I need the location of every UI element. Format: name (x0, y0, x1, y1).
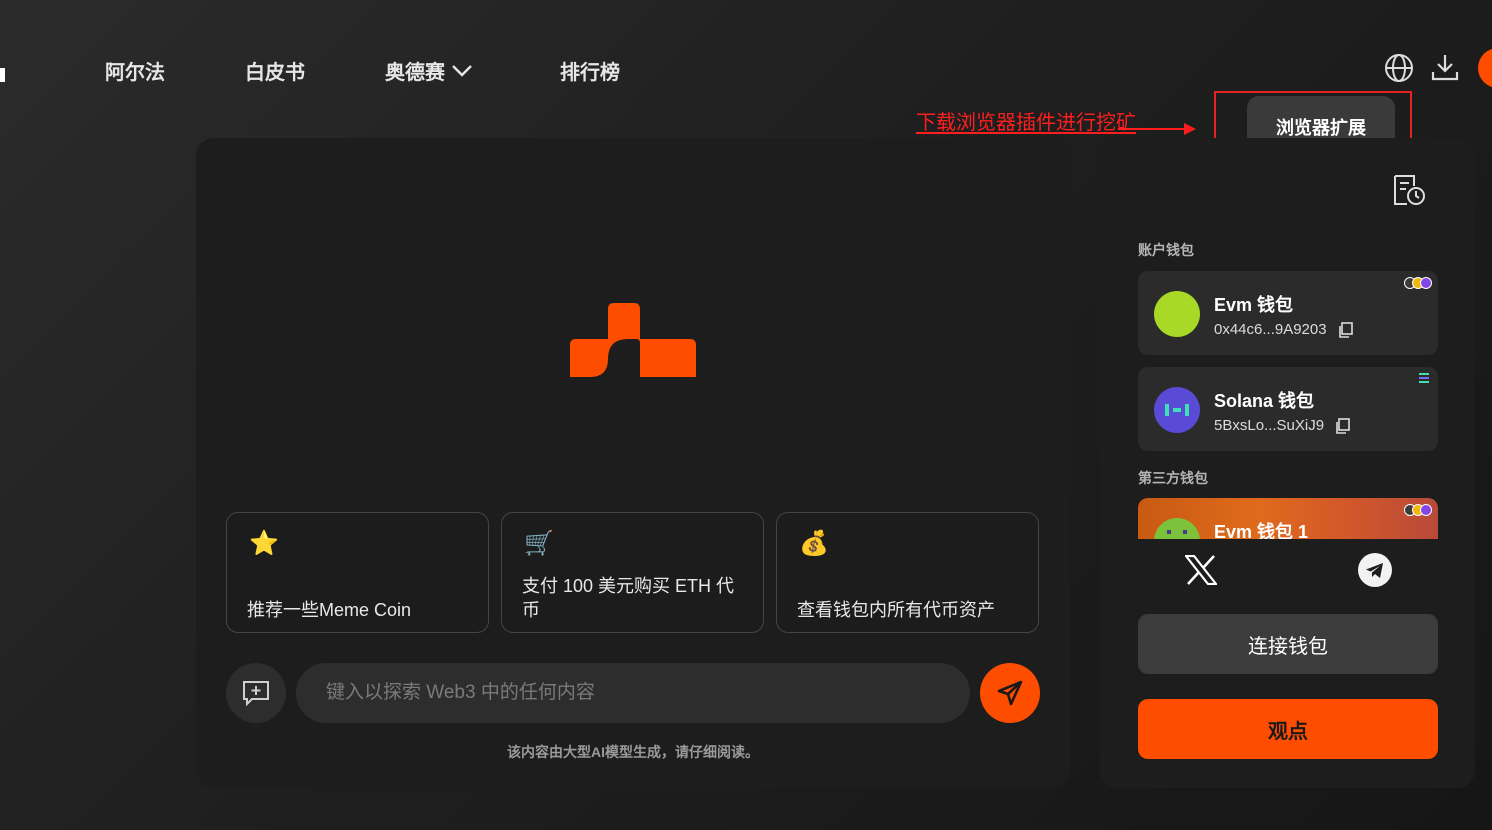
third-party-wallet-label: 第三方钱包 (1138, 470, 1208, 486)
browser-extension-label: 浏览器扩展 (1276, 118, 1366, 138)
send-button[interactable] (980, 663, 1040, 723)
chat-input[interactable] (296, 663, 970, 723)
globe-icon (1385, 54, 1413, 82)
suggestion-text: 查看钱包内所有代币资产 (797, 600, 995, 620)
annotation-arrow-icon (1118, 123, 1196, 135)
nav-item-label: 奥德赛 (385, 62, 445, 84)
wallet-name: Evm 钱包 (1214, 295, 1294, 315)
wallet-address-row: 5BxsLo...SuXiJ9 (1214, 417, 1350, 434)
account-wallet-label: 账户钱包 (1138, 242, 1194, 258)
nav-item-whitepaper[interactable]: 白皮书 (245, 56, 305, 85)
robot-face-icon (1167, 530, 1187, 534)
nav-item-label: 白皮书 (245, 62, 305, 84)
user-avatar[interactable] (1478, 48, 1492, 88)
wallet-panel (1100, 138, 1475, 788)
telegram-icon (1358, 553, 1392, 587)
chevron-down-icon (452, 64, 472, 77)
wallet-card-evm[interactable]: Evm 钱包 0x44c6...9A9203 (1138, 271, 1438, 355)
download-button[interactable] (1428, 50, 1462, 84)
telegram-login-button[interactable] (1358, 553, 1392, 587)
wallet-avatar (1154, 518, 1200, 539)
suggestion-card-meme[interactable]: ⭐ 推荐一些Meme Coin (226, 512, 489, 633)
shopping-cart-icon: 🛒 (524, 530, 554, 557)
connect-wallet-button[interactable]: 连接钱包 (1138, 614, 1438, 674)
wallet-avatar (1154, 387, 1200, 433)
connect-wallet-label: 连接钱包 (1248, 635, 1328, 658)
annotation-text: 下载浏览器插件进行挖矿 (916, 112, 1136, 134)
wallet-name: Evm 钱包 1 (1214, 522, 1309, 539)
download-icon (1431, 55, 1459, 81)
history-icon[interactable] (1392, 174, 1426, 206)
wallet-address: 0x44c6...9A9203 (1214, 321, 1327, 338)
chain-badges (1404, 277, 1432, 289)
nav-item-leaderboard[interactable]: 排行榜 (560, 56, 620, 85)
copy-icon[interactable] (1334, 417, 1350, 434)
money-bag-icon: 💰 (799, 530, 829, 557)
wallet-address: 5BxsLo...SuXiJ9 (1214, 417, 1325, 434)
suggestion-card-assets[interactable]: 💰 查看钱包内所有代币资产 (776, 512, 1039, 633)
copy-icon[interactable] (1337, 321, 1353, 338)
wallet-name: Solana 钱包 (1214, 391, 1315, 411)
ai-disclaimer: 该内容由大型AI模型生成，请仔细阅读。 (507, 744, 759, 760)
nav-item-odyssey[interactable]: 奥德赛 (385, 56, 473, 85)
chain-badges (1404, 504, 1432, 516)
new-chat-button[interactable] (226, 663, 286, 723)
star-icon: ⭐ (249, 530, 279, 557)
add-message-icon (243, 681, 269, 706)
suggestion-text: 推荐一些Meme Coin (247, 600, 412, 620)
suggestion-card-buy-eth[interactable]: 🛒 支付 100 美元购买 ETH 代币 (501, 512, 764, 633)
nav-item-alpha[interactable]: 阿尔法 (105, 56, 165, 85)
view-label: 观点 (1268, 720, 1308, 743)
view-button[interactable]: 观点 (1138, 699, 1438, 759)
send-icon (997, 680, 1023, 706)
wallet-address-row: 0x44c6...9A9203 (1214, 321, 1353, 338)
wallet-avatar (1154, 291, 1200, 337)
nav-edge-marker (0, 68, 5, 82)
brand-logo-icon (570, 303, 696, 377)
x-logo-icon (1185, 555, 1217, 585)
nav-item-label: 排行榜 (560, 62, 620, 84)
robot-face-icon (1165, 404, 1189, 416)
solana-chain-icon (1419, 373, 1429, 383)
language-button[interactable] (1382, 51, 1416, 85)
nav-item-label: 阿尔法 (105, 62, 165, 84)
x-login-button[interactable] (1184, 553, 1218, 587)
suggestion-text: 支付 100 美元购买 ETH 代币 (522, 576, 735, 620)
wallet-card-solana[interactable]: Solana 钱包 5BxsLo...SuXiJ9 (1138, 367, 1438, 451)
wallet-card-third-party[interactable]: Evm 钱包 1 (1138, 498, 1438, 539)
